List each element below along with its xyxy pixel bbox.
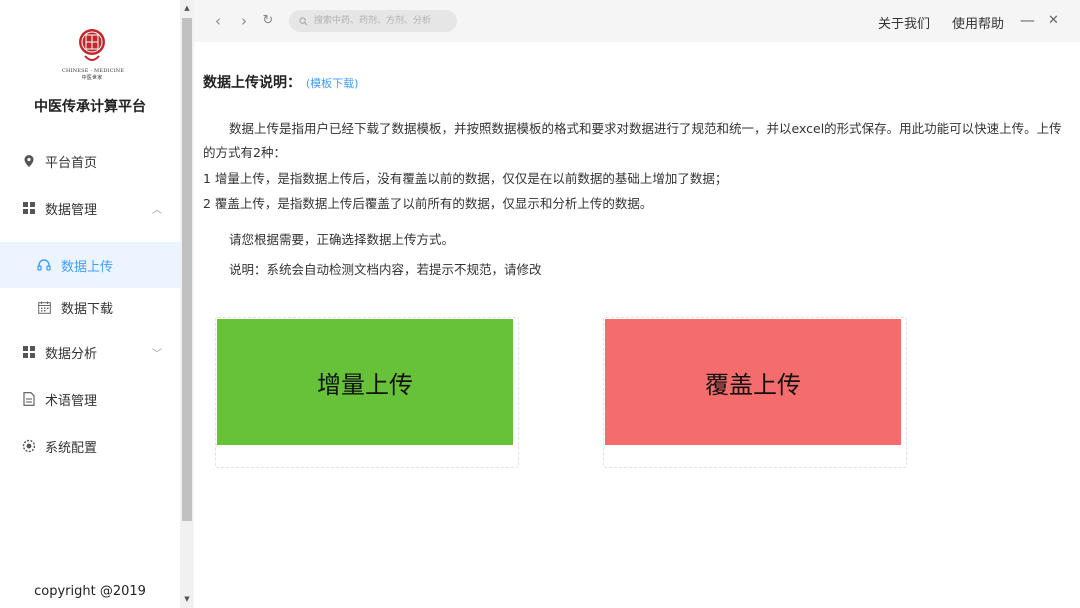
seal-logo-icon [79, 29, 105, 61]
sidebar-item-label: 平台首页 [45, 155, 98, 171]
app-title: 中医传承计算平台 [34, 99, 146, 115]
scroll-down-arrow-icon[interactable]: ▼ [183, 595, 191, 603]
sidebar-item-data-management[interactable]: 数据管理 ︿ [0, 185, 180, 231]
location-icon [22, 154, 36, 168]
sidebar-item-data-analysis[interactable]: 数据分析 ﹀ [0, 329, 180, 375]
minimize-icon[interactable]: — [1020, 11, 1035, 29]
prompt-text: 请您根据需要，正确选择数据上传方式。 [229, 232, 455, 247]
sidebar: CHINESE · MEDICINE 中医世家 中医传承计算平台 平台首页 数据… [0, 0, 180, 608]
sidebar-item-label: 数据下载 [61, 301, 114, 317]
top-bar: ‹ › ↻ 关于我们 使用帮助 — ✕ [194, 0, 1080, 42]
grid-icon [22, 345, 36, 359]
mode-overwrite-text: 2 覆盖上传，是指数据上传后覆盖了以前所有的数据，仅显示和分析上传的数据。 [203, 196, 653, 211]
incremental-upload-button[interactable]: 增量上传 [217, 319, 513, 445]
intro-paragraph: 数据上传是指用户已经下载了数据模板，并按照数据模板的格式和要求对数据进行了规范和… [203, 121, 1062, 160]
sidebar-item-home[interactable]: 平台首页 [0, 138, 180, 184]
page-heading: 数据上传说明： (模板下载) [203, 72, 358, 92]
back-icon[interactable]: ‹ [210, 12, 226, 30]
sidebar-item-data-upload[interactable]: 数据上传 [0, 242, 180, 288]
search-icon [299, 16, 308, 25]
sidebar-item-label: 术语管理 [45, 393, 98, 409]
sidebar-item-label: 数据分析 [45, 346, 98, 362]
sidebar-item-data-download[interactable]: 数据下载 [0, 284, 180, 330]
refresh-icon[interactable]: ↻ [260, 12, 276, 30]
scroll-up-arrow-icon[interactable]: ▲ [183, 4, 191, 12]
logo: CHINESE · MEDICINE 中医世家 [62, 26, 125, 94]
template-download-link[interactable]: (模板下载) [306, 77, 359, 90]
logo-subtitle: CHINESE · MEDICINE [62, 68, 125, 74]
mode-incremental-text: 1 增量上传，是指数据上传后，没有覆盖以前的数据，仅仅是在以前数据的基础上增加了… [203, 171, 728, 186]
grid-icon [22, 201, 36, 215]
about-us-link[interactable]: 关于我们 [878, 13, 930, 32]
sidebar-item-system-config[interactable]: 系统配置 [0, 423, 180, 469]
logo-subtitle-cn: 中医世家 [81, 75, 103, 81]
copyright: copyright @2019 [34, 584, 146, 599]
gear-icon [22, 439, 36, 453]
headset-icon [37, 258, 51, 272]
sidebar-item-label: 数据上传 [61, 259, 114, 275]
heading-text: 数据上传说明： [203, 75, 301, 91]
note-text: 说明：系统会自动检测文档内容，若提示不规范，请修改 [229, 262, 542, 277]
calendar-icon [37, 300, 51, 314]
document-icon [22, 392, 36, 406]
main-content: 数据上传说明： (模板下载) 数据上传是指用户已经下载了数据模板，并按照数据模板… [194, 42, 1080, 608]
overwrite-upload-button[interactable]: 覆盖上传 [605, 319, 901, 445]
sidebar-item-label: 系统配置 [45, 440, 98, 456]
forward-icon[interactable]: › [236, 12, 252, 30]
incremental-upload-card: 增量上传 [215, 317, 519, 468]
help-link[interactable]: 使用帮助 [952, 13, 1004, 32]
search-input[interactable] [312, 15, 452, 27]
search-box[interactable] [289, 10, 457, 32]
sidebar-item-label: 数据管理 [45, 202, 98, 218]
chevron-down-icon: ﹀ [152, 348, 162, 360]
sidebar-item-terminology[interactable]: 术语管理 [0, 376, 180, 422]
chevron-up-icon: ︿ [152, 204, 162, 216]
close-icon[interactable]: ✕ [1048, 13, 1059, 28]
overwrite-upload-card: 覆盖上传 [603, 317, 907, 468]
sidebar-scrollbar[interactable]: ▲ ▼ [180, 0, 194, 608]
scroll-thumb[interactable] [182, 18, 192, 521]
